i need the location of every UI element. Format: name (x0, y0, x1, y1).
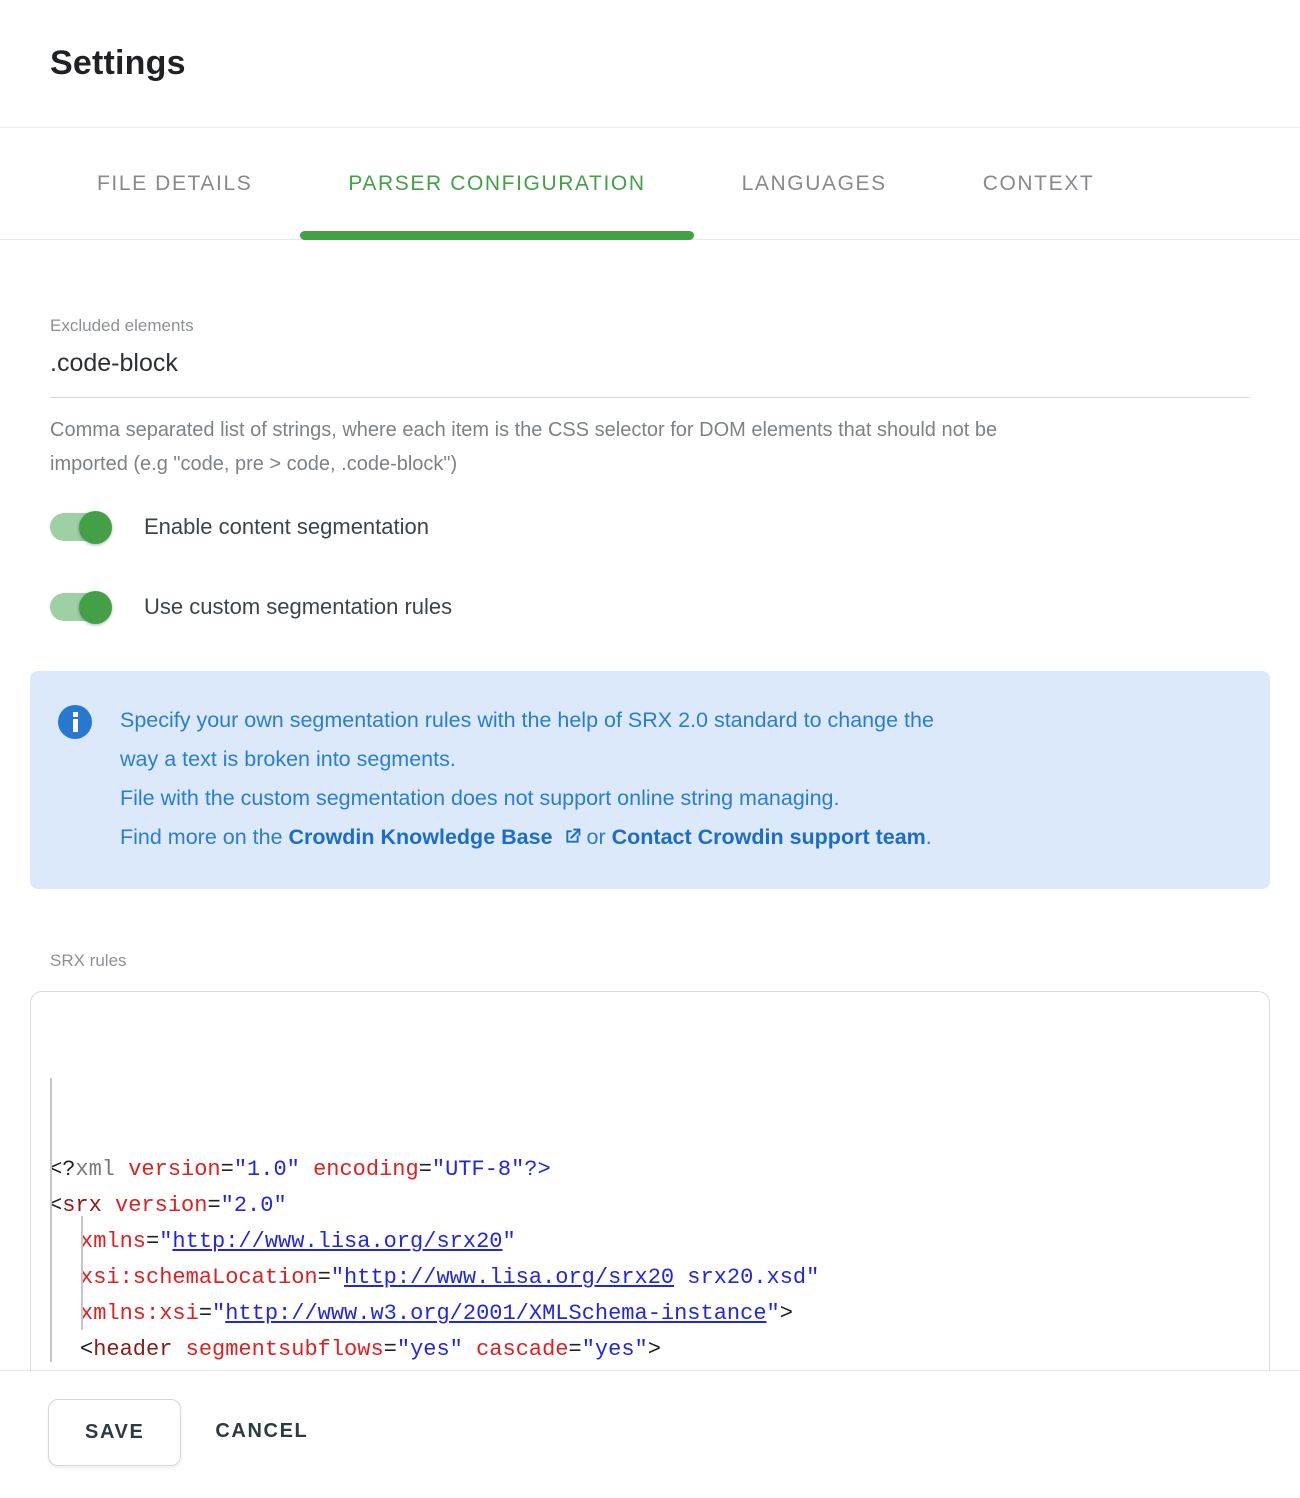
content-segmentation-toggle[interactable] (50, 507, 112, 547)
tab-context[interactable]: CONTEXT (935, 128, 1143, 239)
tab-languages[interactable]: LANGUAGES (694, 128, 935, 239)
srx-code-editor[interactable]: <?xml version="1.0" encoding="UTF-8"?><s… (30, 991, 1270, 1370)
cancel-button[interactable]: CANCEL (215, 1399, 308, 1464)
tab-bar: FILE DETAILS PARSER CONFIGURATION LANGUA… (0, 128, 1300, 240)
footer: SAVE CANCEL (0, 1370, 1300, 1498)
toggle-row-content-segmentation: Enable content segmentation (50, 507, 1250, 547)
code-line: xmlns="http://www.lisa.org/srx20" (31, 1224, 1269, 1260)
custom-segmentation-toggle[interactable] (50, 587, 112, 627)
info-text: Specify your own segmentation rules with… (120, 701, 934, 857)
indent-guide (50, 1078, 52, 1362)
input-underline (50, 397, 1250, 398)
info-icon (58, 705, 92, 739)
excluded-elements-help: Comma separated list of strings, where e… (50, 413, 1250, 481)
toggle-knob (79, 511, 112, 544)
knowledge-base-link[interactable]: Crowdin Knowledge Base (289, 825, 553, 849)
tab-parser-configuration[interactable]: PARSER CONFIGURATION (300, 128, 693, 239)
code-line: xmlns:xsi="http://www.w3.org/2001/XMLSch… (31, 1296, 1269, 1332)
info-find-more-line: Find more on the Crowdin Knowledge Baseo… (120, 818, 934, 857)
excluded-elements-input[interactable]: .code-block (50, 349, 1250, 378)
code-line: <srx version="2.0" (31, 1188, 1269, 1224)
segmentation-info-box: Specify your own segmentation rules with… (30, 671, 1270, 889)
toggle-row-custom-segmentation: Use custom segmentation rules (50, 587, 1250, 627)
toggle-label: Enable content segmentation (144, 514, 429, 540)
code-line: xsi:schemaLocation="http://www.lisa.org/… (31, 1260, 1269, 1296)
indent-guide (81, 1216, 83, 1330)
support-link[interactable]: Contact Crowdin support team (612, 825, 926, 849)
code-line: <header segmentsubflows="yes" cascade="y… (31, 1332, 1269, 1368)
code-line: <formathandle type="start" include="no"/… (31, 1368, 1269, 1370)
code-line: <?xml version="1.0" encoding="UTF-8"?> (31, 1152, 1269, 1188)
toggle-label: Use custom segmentation rules (144, 594, 452, 620)
page-title: Settings (50, 44, 1300, 83)
excluded-elements-label: Excluded elements (50, 316, 1250, 336)
toggle-knob (79, 591, 112, 624)
dialog-header: Settings (0, 0, 1300, 128)
srx-rules-label: SRX rules (50, 951, 1250, 971)
tab-file-details[interactable]: FILE DETAILS (49, 128, 300, 239)
parser-configuration-panel: Excluded elements .code-block Comma sepa… (0, 240, 1300, 1370)
save-button[interactable]: SAVE (48, 1399, 181, 1466)
external-link-icon[interactable] (562, 826, 583, 847)
